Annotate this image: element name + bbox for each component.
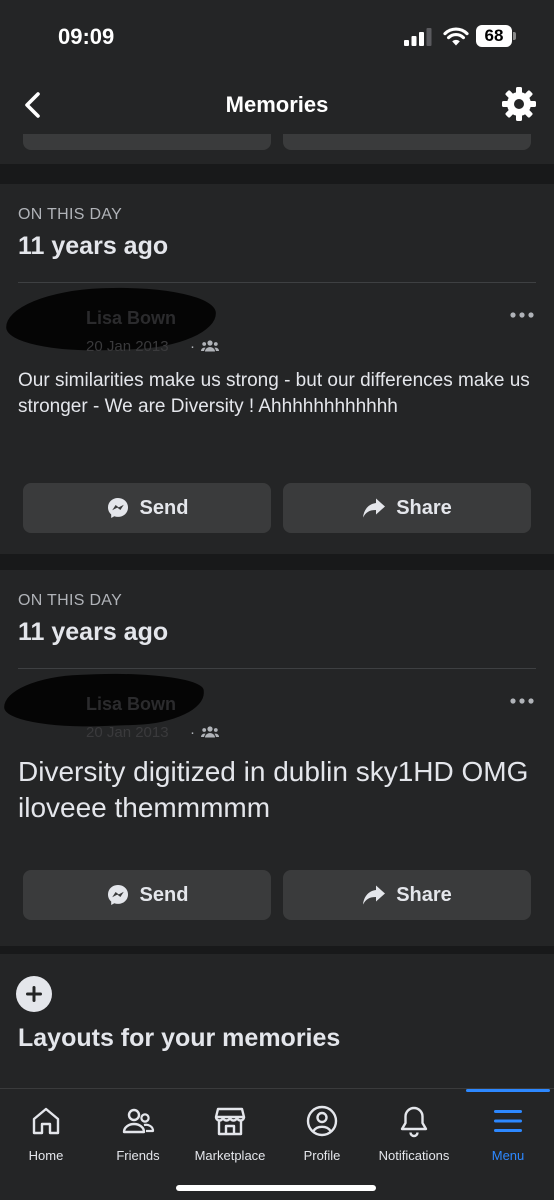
post-author[interactable]: Lisa Bown	[86, 694, 176, 715]
post-text: Our similarities make us strong - but ou…	[18, 370, 530, 417]
nav-label: Marketplace	[194, 1148, 266, 1163]
nav-label: Friends	[116, 1148, 160, 1163]
nav-notifications[interactable]: Notifications	[368, 1089, 460, 1169]
post-date[interactable]: 20 Jan 2013	[86, 724, 169, 741]
send-label: Send	[139, 883, 189, 906]
years-ago-heading: 11 years ago	[18, 618, 169, 646]
home-indicator[interactable]	[176, 1185, 376, 1191]
share-button[interactable]: Share	[283, 483, 531, 533]
previous-share-button-stub[interactable]	[283, 134, 531, 150]
bell-icon	[400, 1106, 428, 1138]
layouts-title: Layouts for your memories	[18, 1024, 341, 1052]
gear-icon[interactable]	[501, 86, 537, 122]
header: Memories	[0, 72, 554, 164]
nav-label: Profile	[303, 1148, 341, 1163]
messenger-icon	[107, 498, 128, 518]
send-button[interactable]: Send	[23, 870, 271, 920]
send-button[interactable]: Send	[23, 483, 271, 533]
cellular-signal-icon	[404, 28, 432, 46]
layouts-card: Layouts for your memories	[0, 954, 554, 1088]
friends-audience-icon	[201, 726, 219, 738]
nav-label: Menu	[491, 1148, 525, 1163]
nav-profile[interactable]: Profile	[276, 1089, 368, 1169]
send-label: Send	[139, 496, 189, 519]
date-separator: ·	[190, 338, 195, 355]
nav-home[interactable]: Home	[0, 1089, 92, 1169]
add-layout-button[interactable]	[16, 976, 52, 1012]
more-options-icon[interactable]	[508, 692, 536, 710]
nav-marketplace[interactable]: Marketplace	[184, 1089, 276, 1169]
memory-card: ON THIS DAY 11 years ago Lisa Bown 20 Ja…	[0, 184, 554, 554]
bottom-nav: Home Friends Marketplace Profile Notific…	[0, 1088, 554, 1200]
plus-icon	[26, 986, 42, 1002]
on-this-day-label: ON THIS DAY	[18, 592, 123, 609]
home-icon	[32, 1107, 60, 1135]
nav-menu[interactable]: Menu	[462, 1089, 554, 1169]
post-author[interactable]: Lisa Bown	[86, 308, 176, 329]
divider	[18, 282, 536, 283]
nav-friends[interactable]: Friends	[92, 1089, 184, 1169]
marketplace-icon	[214, 1107, 246, 1136]
more-options-icon[interactable]	[508, 306, 536, 324]
share-label: Share	[396, 883, 452, 906]
post-date[interactable]: 20 Jan 2013	[86, 338, 169, 355]
date-separator: ·	[190, 724, 195, 741]
messenger-icon	[107, 885, 128, 905]
share-arrow-icon	[363, 498, 386, 518]
memory-card: ON THIS DAY 11 years ago Lisa Bown 20 Ja…	[0, 570, 554, 946]
battery-indicator: 68	[476, 25, 516, 47]
page-title: Memories	[225, 92, 329, 117]
menu-icon	[494, 1110, 522, 1132]
nav-label: Home	[28, 1148, 64, 1163]
share-arrow-icon	[363, 885, 386, 905]
share-button[interactable]: Share	[283, 870, 531, 920]
nav-label: Notifications	[378, 1148, 450, 1163]
status-time: 09:09	[58, 24, 115, 49]
status-bar: 09:09 68	[0, 0, 554, 72]
previous-send-button-stub[interactable]	[23, 134, 271, 150]
years-ago-heading: 11 years ago	[18, 232, 169, 260]
friends-icon	[122, 1108, 155, 1134]
battery-level: 68	[484, 26, 504, 45]
friends-audience-icon	[201, 340, 219, 352]
wifi-icon	[443, 27, 469, 46]
profile-icon	[306, 1105, 338, 1137]
on-this-day-label: ON THIS DAY	[18, 206, 123, 223]
post-text: Diversity digitized in dublin sky1HD OMG…	[18, 756, 529, 823]
share-label: Share	[396, 496, 452, 519]
memories-screen: 09:09 68 Memories ON THIS DAY 11 years a…	[0, 0, 554, 1200]
divider	[18, 668, 536, 669]
